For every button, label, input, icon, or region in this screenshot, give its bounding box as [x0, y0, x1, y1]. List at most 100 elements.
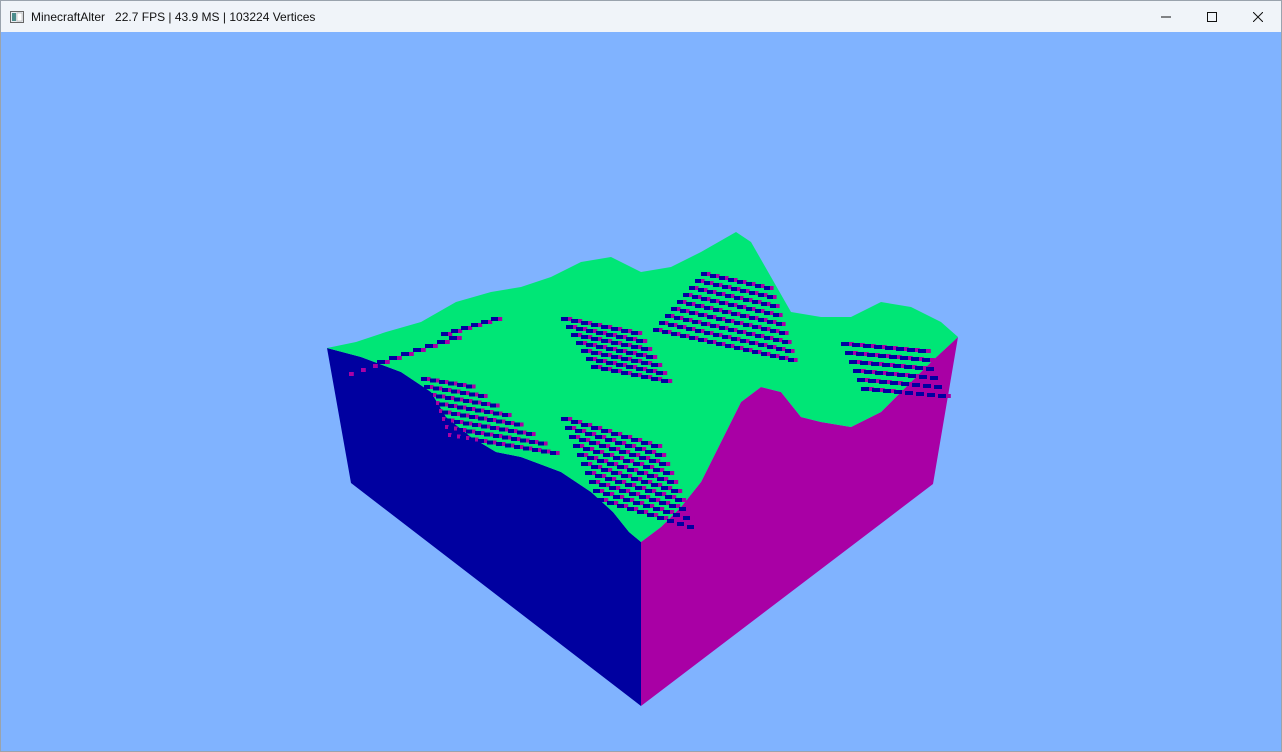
- voxel-step-side: [682, 498, 687, 502]
- voxel-step: [471, 323, 478, 327]
- voxel-step: [643, 465, 650, 469]
- voxel-step-side: [773, 295, 777, 299]
- voxel-step: [737, 305, 743, 309]
- voxel-step: [651, 377, 658, 381]
- voxel-step: [571, 333, 578, 337]
- voxel-step: [679, 507, 686, 511]
- voxel-step: [595, 435, 602, 439]
- voxel-step-side: [397, 356, 402, 360]
- voxel-step: [746, 282, 752, 286]
- voxel-step: [605, 438, 612, 442]
- voxel-step: [496, 442, 502, 446]
- voxel-step: [621, 474, 628, 478]
- voxel-step: [764, 336, 770, 340]
- voxel-step: [472, 423, 478, 427]
- voxel-step: [707, 290, 713, 294]
- voxel-step: [625, 483, 632, 487]
- voxel-step: [896, 347, 904, 351]
- voxel-step: [451, 329, 458, 333]
- voxel-step: [764, 286, 770, 290]
- voxel-scene: [1, 32, 1281, 751]
- voxel-step: [710, 324, 716, 328]
- minimize-button[interactable]: [1143, 1, 1189, 32]
- voxel-step: [695, 279, 701, 283]
- voxel-step: [918, 349, 926, 353]
- window-title: MinecraftAlter: [31, 9, 106, 24]
- voxel-step: [743, 348, 749, 352]
- voxel-step-side: [445, 340, 450, 344]
- voxel-step: [749, 341, 755, 345]
- voxel-step: [508, 429, 514, 433]
- voxel-step: [475, 408, 481, 413]
- voxel-step: [755, 284, 761, 288]
- voxel-step: [565, 426, 572, 430]
- voxel-step: [593, 450, 600, 454]
- voxel-step: [683, 516, 690, 520]
- voxel-step: [663, 471, 670, 475]
- voxel-step: [631, 359, 638, 363]
- voxel-step: [671, 489, 678, 493]
- voxel-step-side: [361, 368, 366, 372]
- voxel-step: [719, 301, 725, 305]
- voxel-step: [635, 486, 642, 490]
- voxel-step: [481, 402, 487, 406]
- voxel-step: [466, 384, 472, 389]
- voxel-step: [448, 426, 454, 431]
- voxel-step: [625, 444, 632, 448]
- voxel-step: [595, 474, 602, 478]
- voxel-step: [493, 434, 499, 438]
- voxel-step: [767, 320, 773, 324]
- voxel-step: [629, 492, 636, 496]
- voxel-step: [677, 300, 683, 304]
- voxel-step: [647, 513, 654, 517]
- voxel-step: [916, 392, 924, 396]
- voxel-step: [627, 468, 634, 472]
- voxel-step: [901, 382, 909, 386]
- voxel-step: [430, 378, 436, 383]
- maximize-icon: [1207, 11, 1217, 22]
- voxel-step: [701, 272, 707, 276]
- render-viewport[interactable]: [1, 32, 1281, 751]
- voxel-step: [704, 331, 710, 335]
- voxel-step: [439, 425, 445, 429]
- maximize-button[interactable]: [1189, 1, 1235, 32]
- voxel-step: [601, 429, 608, 433]
- voxel-step: [457, 383, 463, 387]
- voxel-step: [860, 361, 868, 365]
- voxel-step: [633, 462, 640, 466]
- voxel-step: [475, 431, 481, 435]
- voxel-step: [731, 337, 737, 341]
- voxel-step: [746, 332, 752, 336]
- voxel-step: [484, 432, 490, 437]
- voxel-step: [889, 355, 897, 359]
- voxel-step-side: [520, 422, 524, 427]
- voxel-step: [716, 317, 722, 321]
- voxel-step: [621, 435, 628, 439]
- voxel-step: [401, 352, 409, 356]
- voxel-step: [589, 441, 596, 445]
- voxel-step: [433, 386, 439, 391]
- voxel-step: [689, 286, 695, 290]
- voxel-step: [520, 438, 526, 443]
- voxel-step: [779, 331, 785, 335]
- voxel-step: [466, 407, 472, 411]
- voxel-step: [653, 507, 660, 511]
- voxel-step: [561, 417, 568, 421]
- voxel-step: [623, 459, 630, 463]
- voxel-step: [581, 321, 588, 325]
- close-button[interactable]: [1235, 1, 1281, 32]
- voxel-step: [611, 432, 618, 436]
- voxel-step: [861, 387, 869, 391]
- voxel-step: [469, 415, 475, 419]
- voxel-step: [668, 323, 674, 327]
- voxel-step-side: [662, 453, 667, 457]
- title-bar[interactable]: MinecraftAlter 22.7 FPS | 43.9 MS | 1032…: [1, 1, 1281, 32]
- voxel-step: [938, 394, 946, 398]
- voxel-step-side: [791, 349, 795, 353]
- voxel-step-side: [498, 317, 503, 321]
- voxel-step: [900, 356, 908, 360]
- voxel-step: [651, 444, 658, 448]
- voxel-step: [496, 419, 502, 424]
- voxel-step-side: [544, 441, 548, 446]
- voxel-step: [451, 389, 457, 394]
